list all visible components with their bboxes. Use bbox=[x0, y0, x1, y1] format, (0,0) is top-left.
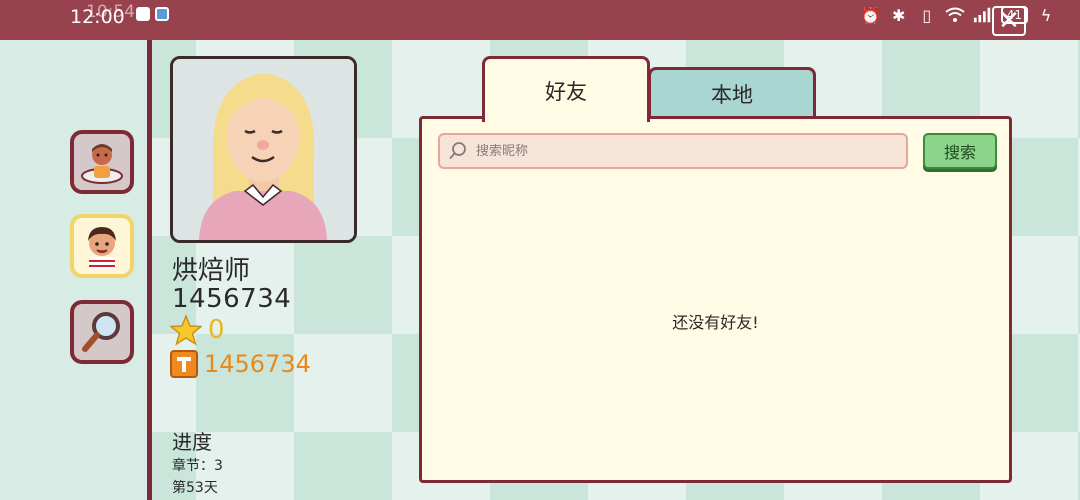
search-field[interactable] bbox=[438, 133, 908, 169]
charging-icon: ϟ bbox=[1040, 5, 1052, 25]
close-button[interactable]: ✕ bbox=[992, 6, 1026, 36]
magnifier-icon bbox=[82, 312, 120, 352]
notification-icon bbox=[136, 7, 150, 21]
signal-icon bbox=[973, 5, 993, 25]
stars-count: 0 bbox=[208, 315, 225, 345]
search-icon bbox=[449, 142, 466, 159]
alarm-icon: ⏰ bbox=[860, 5, 881, 25]
app-notification-icon bbox=[155, 7, 169, 21]
search-input[interactable] bbox=[476, 143, 876, 159]
status-icons: ⏰ ✱ ▯ 41 ϟ bbox=[861, 5, 1056, 25]
player-avatar bbox=[170, 56, 357, 243]
status-time-overlay: 10:54 bbox=[86, 2, 135, 22]
empty-friends-message: 还没有好友! bbox=[672, 313, 759, 332]
stars-stat: 0 bbox=[170, 314, 225, 346]
rail-divider bbox=[147, 40, 152, 500]
search-button[interactable]: 搜索 bbox=[923, 133, 997, 169]
rail-button-search[interactable] bbox=[70, 300, 134, 364]
avatar-woman-icon bbox=[173, 59, 354, 240]
rail-button-tutorial[interactable] bbox=[70, 130, 134, 194]
star-icon bbox=[170, 314, 202, 346]
friends-panel: 搜索 还没有好友! bbox=[419, 116, 1012, 483]
status-bar: 12:00 10:54 ⏰ ✱ ▯ 41 ϟ ✕ bbox=[0, 0, 1080, 40]
day-label: 第53天 bbox=[172, 480, 218, 496]
tab-local[interactable]: 本地 bbox=[648, 67, 816, 117]
player-id: 1456734 bbox=[172, 284, 292, 314]
rail-button-profile[interactable] bbox=[70, 214, 134, 278]
chapter-label: 章节：3 bbox=[172, 458, 223, 474]
coins-count: 1456734 bbox=[204, 350, 311, 378]
hammer-coin-icon bbox=[170, 350, 198, 378]
profile-boy-icon bbox=[88, 227, 116, 269]
coins-stat: 1456734 bbox=[170, 350, 311, 378]
wifi-icon bbox=[945, 5, 965, 25]
bluetooth-icon: ✱ bbox=[892, 5, 906, 25]
progress-heading: 进度 bbox=[172, 430, 212, 454]
player-nickname: 烘焙师 bbox=[172, 256, 251, 286]
vibrate-icon: ▯ bbox=[922, 5, 932, 25]
baking-student-icon bbox=[81, 144, 123, 184]
tab-friends[interactable]: 好友 bbox=[482, 56, 650, 122]
